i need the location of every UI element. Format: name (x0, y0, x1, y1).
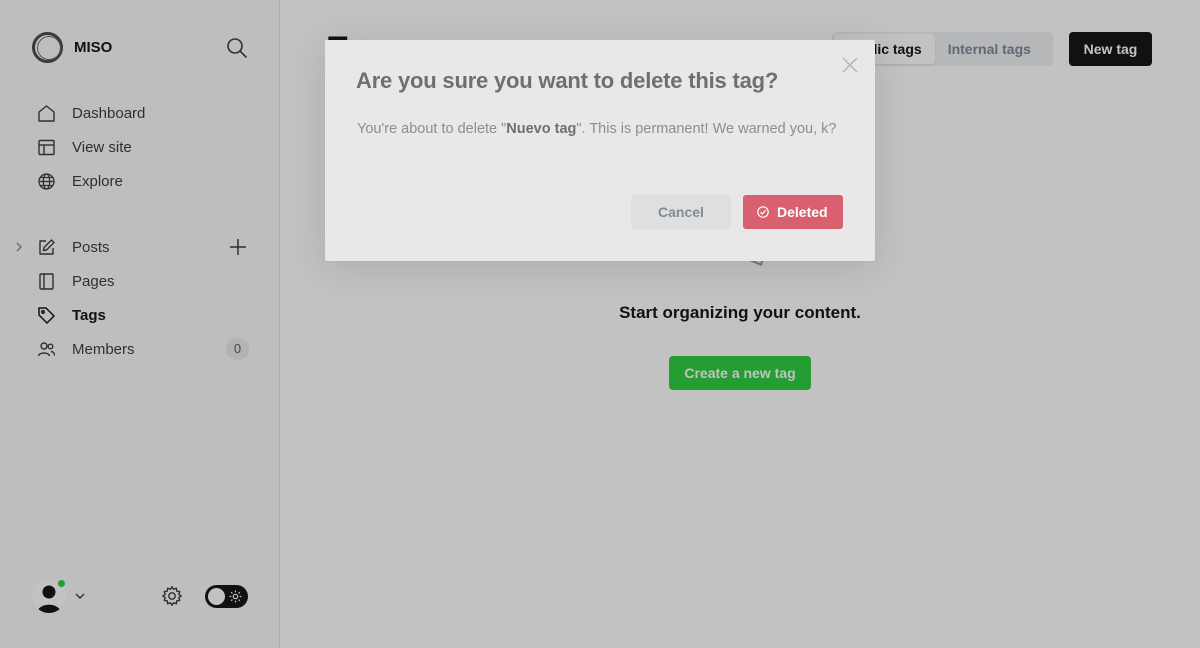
close-icon[interactable] (841, 56, 859, 74)
modal-message-prefix: You're about to delete " (357, 121, 507, 137)
delete-confirm-button[interactable]: Deleted (743, 195, 843, 229)
modal-title: Are you sure you want to delete this tag… (356, 68, 779, 93)
delete-confirm-label: Deleted (777, 204, 828, 220)
modal-message: You're about to delete "Nuevo tag". This… (357, 118, 847, 141)
delete-tag-modal: Are you sure you want to delete this tag… (325, 40, 875, 261)
cancel-button[interactable]: Cancel (631, 195, 731, 229)
tag-name: Nuevo tag (506, 121, 577, 137)
check-circle-icon (757, 206, 769, 218)
modal-message-suffix: ". This is permanent! We warned you, k? (576, 121, 837, 137)
